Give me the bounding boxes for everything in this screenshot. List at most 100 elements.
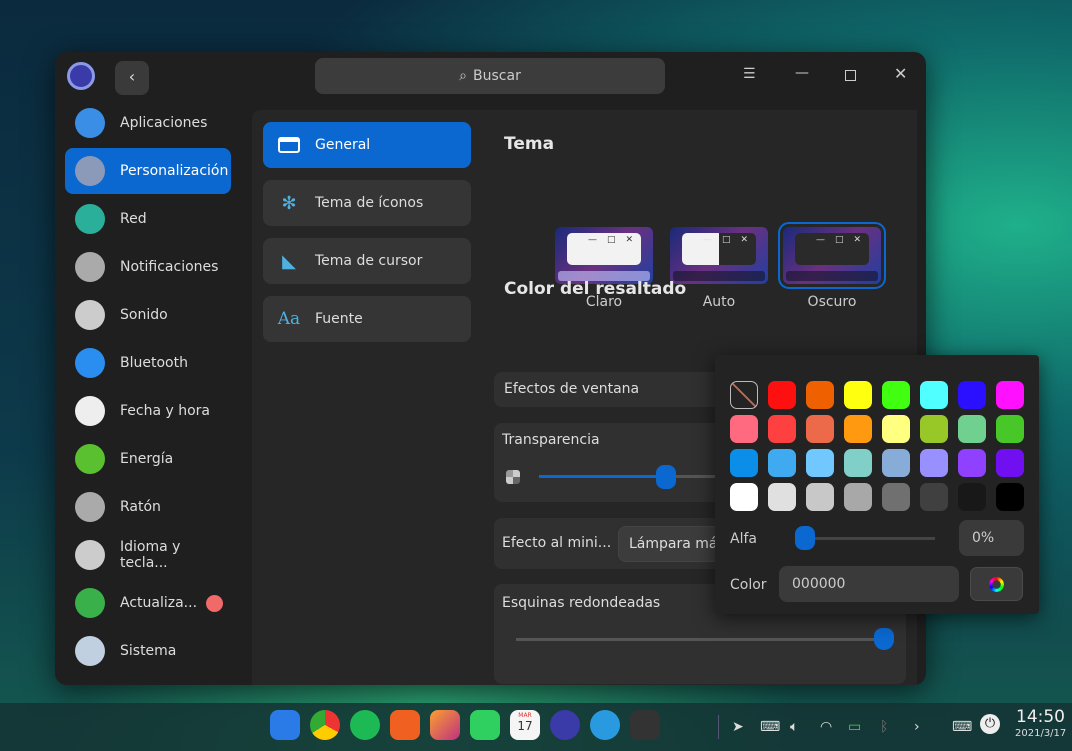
sidebar-item[interactable]: Fecha y hora: [65, 388, 231, 434]
color-swatch[interactable]: [844, 415, 872, 443]
color-swatch[interactable]: [996, 415, 1024, 443]
sidebar-item-label: Red: [120, 211, 147, 227]
color-wheel-button[interactable]: [970, 567, 1023, 601]
font-icon: Aa: [277, 309, 301, 329]
theme-preview-window: — □ ✕: [567, 233, 641, 265]
alpha-slider[interactable]: [795, 526, 935, 550]
dock-app-music-icon[interactable]: [470, 710, 500, 740]
sidebar-item-label: Bluetooth: [120, 355, 188, 371]
color-hex-input[interactable]: 000000: [779, 566, 959, 602]
volume-icon[interactable]: 🔈︎: [790, 719, 798, 735]
dock-app-files-icon[interactable]: [270, 710, 300, 740]
nav-item[interactable]: General: [263, 122, 471, 168]
nav-item[interactable]: ◣ Tema de cursor: [263, 238, 471, 284]
menu-button[interactable]: ☰: [743, 66, 756, 82]
sidebar-item[interactable]: Aplicaciones: [65, 100, 231, 146]
sidebar-item[interactable]: Notificaciones: [65, 244, 231, 290]
nav-item[interactable]: Aa Fuente: [263, 296, 471, 342]
dock-app-gimp-icon[interactable]: [630, 710, 660, 740]
color-swatch[interactable]: [806, 381, 834, 409]
color-swatch[interactable]: [920, 381, 948, 409]
color-swatch[interactable]: [730, 449, 758, 477]
clock-time[interactable]: 14:50: [1016, 707, 1065, 727]
color-swatch[interactable]: [920, 415, 948, 443]
color-swatch[interactable]: [958, 381, 986, 409]
sidebar-item[interactable]: Sonido: [65, 292, 231, 338]
theme-option[interactable]: — □ ✕: [555, 227, 653, 284]
dock-app-spotify-icon[interactable]: [350, 710, 380, 740]
alpha-slider-handle[interactable]: [795, 526, 815, 550]
clock-date: 2021/3/17: [1015, 728, 1067, 739]
sidebar-item[interactable]: Energía: [65, 436, 231, 482]
dock-app-calendar-icon[interactable]: MAR 17: [510, 710, 540, 740]
sidebar-item-icon: [75, 252, 105, 282]
sidebar-item-icon: [75, 588, 105, 618]
onscreen-keyboard-icon[interactable]: ⌨: [952, 719, 972, 735]
transparency-slider-handle[interactable]: [656, 465, 677, 489]
sidebar-item-icon: [75, 636, 105, 666]
color-swatch[interactable]: [768, 449, 796, 477]
color-swatch[interactable]: [920, 483, 948, 511]
rounded-corners-slider-handle[interactable]: [874, 628, 894, 650]
close-button[interactable]: ✕: [894, 64, 907, 83]
sidebar-item[interactable]: Sistema: [65, 628, 231, 674]
wifi-icon[interactable]: ◠: [820, 719, 832, 735]
maximize-button[interactable]: [845, 70, 856, 81]
color-swatch[interactable]: [730, 483, 758, 511]
color-swatch[interactable]: [844, 381, 872, 409]
color-swatch[interactable]: [730, 415, 758, 443]
sidebar-item[interactable]: Red: [65, 196, 231, 242]
color-swatch[interactable]: [844, 449, 872, 477]
color-swatch[interactable]: [958, 449, 986, 477]
dock-app-settings-icon[interactable]: [550, 710, 580, 740]
back-button[interactable]: ‹: [115, 61, 149, 95]
tray-expand-icon[interactable]: ›: [914, 719, 920, 735]
transparency-icon: [506, 470, 520, 484]
color-swatch[interactable]: [920, 449, 948, 477]
power-button[interactable]: ⏻: [980, 714, 1000, 734]
color-swatch[interactable]: [768, 381, 796, 409]
color-swatch[interactable]: [806, 483, 834, 511]
sidebar-item-label: Notificaciones: [120, 259, 219, 275]
sidebar-item[interactable]: Idioma y tecla...: [65, 532, 231, 578]
minimize-button[interactable]: —: [795, 65, 809, 81]
color-swatch[interactable]: [996, 449, 1024, 477]
color-swatch[interactable]: [882, 483, 910, 511]
color-swatch[interactable]: [768, 415, 796, 443]
location-icon[interactable]: ➤: [732, 719, 744, 735]
search-icon: ⌕: [459, 68, 468, 84]
color-swatch[interactable]: [996, 483, 1024, 511]
dock-app-photos-icon[interactable]: [430, 710, 460, 740]
sidebar-item[interactable]: Bluetooth: [65, 340, 231, 386]
nav-item[interactable]: ✻ Tema de íconos: [263, 180, 471, 226]
no-color-swatch[interactable]: [730, 381, 758, 409]
color-swatch[interactable]: [882, 449, 910, 477]
color-swatch[interactable]: [806, 449, 834, 477]
color-swatch[interactable]: [768, 483, 796, 511]
color-swatch[interactable]: [806, 415, 834, 443]
cursor-icon: ◣: [282, 250, 296, 272]
sidebar-item[interactable]: Ratón: [65, 484, 231, 530]
color-swatch[interactable]: [844, 483, 872, 511]
color-swatch[interactable]: [958, 483, 986, 511]
battery-icon[interactable]: ▭: [848, 719, 861, 735]
dock-app-telegram-icon[interactable]: [590, 710, 620, 740]
color-swatch[interactable]: [958, 415, 986, 443]
search-input[interactable]: ⌕ Buscar: [315, 58, 665, 94]
dock-app-store-icon[interactable]: [390, 710, 420, 740]
theme-option[interactable]: — □ ✕: [670, 227, 768, 284]
sidebar-item[interactable]: Actualiza...: [65, 580, 231, 626]
bluetooth-icon[interactable]: ᛒ: [880, 719, 888, 735]
alpha-value-input[interactable]: 0%: [959, 520, 1024, 556]
sidebar-item[interactable]: Personalización: [65, 148, 231, 194]
keyboard-icon[interactable]: ⌨: [760, 719, 780, 735]
color-swatch[interactable]: [882, 415, 910, 443]
color-swatch[interactable]: [996, 381, 1024, 409]
rounded-corners-slider[interactable]: [516, 628, 894, 650]
theme-option[interactable]: — □ ✕: [778, 222, 886, 289]
star-icon: ✻: [281, 192, 297, 214]
sidebar: Aplicaciones Personalización Red Notificaci…: [55, 100, 242, 685]
dock-app-chrome-icon[interactable]: [310, 710, 340, 740]
color-swatch[interactable]: [882, 381, 910, 409]
alpha-label: Alfa: [730, 531, 757, 547]
